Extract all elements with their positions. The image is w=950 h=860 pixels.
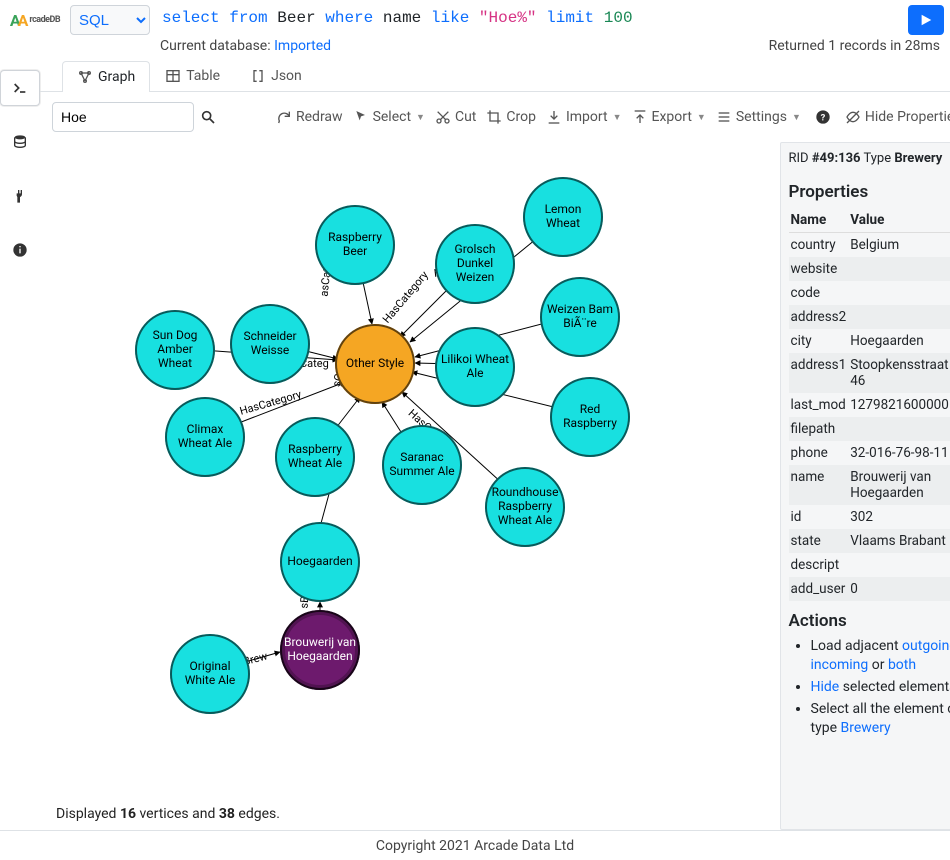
nav-database-icon[interactable] <box>0 124 40 160</box>
help-button[interactable]: ? <box>815 109 831 125</box>
link-hide[interactable]: Hide <box>811 679 840 695</box>
property-row: website <box>789 257 950 281</box>
json-icon <box>250 68 266 84</box>
query-result-status: Returned 1 records in 28ms <box>769 38 940 54</box>
graph-icon <box>77 69 93 85</box>
property-row: cityHoegaarden <box>789 329 950 353</box>
graph-node[interactable]: Roundhouse Raspberry Wheat Ale <box>485 467 565 547</box>
nav-info-icon[interactable] <box>0 232 40 268</box>
action-load-adjacent: Load adjacent outgoing, incoming or both <box>811 637 950 675</box>
link-outgoing[interactable]: outgoing <box>902 638 950 654</box>
property-row: filepath <box>789 417 950 441</box>
eye-off-icon <box>845 109 861 125</box>
link-brewery-type[interactable]: Brewery <box>840 720 890 736</box>
property-row: countryBelgium <box>789 233 950 258</box>
query-input[interactable]: select from Beer where name like "Hoe%" … <box>156 5 902 35</box>
graph-toolbar: Redraw Select▼ Cut Crop Import▼ Export▼ <box>40 92 950 142</box>
displayed-counts: Displayed 16 vertices and 38 edges. <box>56 806 280 822</box>
table-icon <box>165 68 181 84</box>
link-both[interactable]: both <box>888 657 916 673</box>
graph-node[interactable]: Red Raspberry <box>550 377 630 457</box>
search-button[interactable] <box>200 109 216 125</box>
property-row: last_mod1279821600000 <box>789 393 950 417</box>
graph-node-selected[interactable]: Brouwerij van Hoegaarden <box>280 610 360 690</box>
result-tabs: Graph Table Json <box>40 60 950 92</box>
footer-text: Copyright 2021 Arcade Data Ltd <box>0 830 950 860</box>
current-database-label: Current database: Imported <box>160 38 331 54</box>
tab-table[interactable]: Table <box>150 60 235 91</box>
left-sidebar <box>0 60 40 830</box>
graph-node[interactable]: Schneider Weisse <box>230 304 310 384</box>
settings-icon <box>716 109 732 125</box>
graph-node[interactable]: Sun Dog Amber Wheat <box>135 310 215 390</box>
export-icon <box>632 109 648 125</box>
query-language-select[interactable]: SQL <box>70 5 150 35</box>
help-icon: ? <box>815 109 831 125</box>
graph-node[interactable]: Climax Wheat Ale <box>165 397 245 477</box>
graph-canvas[interactable]: HasCategory HasCategory HasCategory Cate… <box>40 142 780 830</box>
graph-node[interactable]: Raspberry Wheat Ale <box>275 417 355 497</box>
select-dropdown[interactable]: Select▼ <box>353 109 425 125</box>
export-dropdown[interactable]: Export▼ <box>632 109 706 125</box>
run-query-button[interactable] <box>908 5 944 35</box>
link-incoming[interactable]: incoming <box>811 657 869 673</box>
actions-heading: Actions <box>789 611 950 631</box>
redraw-button[interactable]: Redraw <box>276 109 343 125</box>
svg-text:?: ? <box>821 112 826 123</box>
property-row: id302 <box>789 505 950 529</box>
import-dropdown[interactable]: Import▼ <box>546 109 622 125</box>
property-row: phone32-016-76-98-11 <box>789 441 950 465</box>
redraw-icon <box>276 109 292 125</box>
properties-heading: Properties <box>789 182 950 202</box>
arcadedb-logo: AArcadeDB <box>6 6 64 34</box>
cut-icon <box>435 109 451 125</box>
crop-icon <box>486 109 502 125</box>
settings-dropdown[interactable]: Settings▼ <box>716 109 801 125</box>
graph-node-center[interactable]: Other Style <box>335 324 415 404</box>
tab-graph[interactable]: Graph <box>62 61 150 92</box>
property-row: descript <box>789 553 950 577</box>
pointer-icon <box>353 109 369 125</box>
hide-properties-button[interactable]: Hide Properties <box>845 109 950 125</box>
cut-button[interactable]: Cut <box>435 109 476 125</box>
graph-node[interactable]: Lemon Wheat <box>523 177 603 257</box>
element-rid: RID #49:136 Type Brewery <box>789 149 950 172</box>
tab-json[interactable]: Json <box>235 60 317 91</box>
nav-console-icon[interactable] <box>0 70 40 106</box>
property-row: nameBrouwerij van Hoegaarden <box>789 465 950 505</box>
graph-search-input[interactable] <box>52 102 194 132</box>
current-database-link[interactable]: Imported <box>274 38 331 54</box>
graph-node[interactable]: Original White Ale <box>170 634 250 714</box>
graph-node[interactable]: Raspberry Beer <box>315 205 395 285</box>
property-row: stateVlaams Brabant <box>789 529 950 553</box>
graph-node[interactable]: Hoegaarden <box>280 522 360 602</box>
actions-list: Load adjacent outgoing, incoming or both… <box>789 637 950 737</box>
property-row: code <box>789 281 950 305</box>
graph-node[interactable]: Lilikoi Wheat Ale <box>435 327 515 407</box>
properties-table: Name Value countryBelgiumwebsitecodeaddr… <box>789 208 950 601</box>
action-select-all-type: Select all the element of type Brewery <box>811 700 950 738</box>
properties-col-name: Name <box>789 208 849 233</box>
action-hide-selected: Hide selected elements <box>811 678 950 697</box>
properties-panel: RID #49:136 Type Brewery Properties Name… <box>780 142 950 830</box>
nav-plugin-icon[interactable] <box>0 178 40 214</box>
property-row: address2 <box>789 305 950 329</box>
property-row: add_user0 <box>789 577 950 601</box>
graph-node[interactable]: Weizen Bam BiÃ¨re <box>540 277 620 357</box>
import-icon <box>546 109 562 125</box>
properties-col-value: Value <box>848 208 950 233</box>
crop-button[interactable]: Crop <box>486 109 536 125</box>
graph-node[interactable]: Grolsch Dunkel Weizen <box>435 224 515 304</box>
property-row: address1Stoopkensstraat 46 <box>789 353 950 393</box>
graph-node[interactable]: Saranac Summer Ale <box>382 425 462 505</box>
search-icon <box>200 109 216 125</box>
play-icon <box>919 13 933 27</box>
